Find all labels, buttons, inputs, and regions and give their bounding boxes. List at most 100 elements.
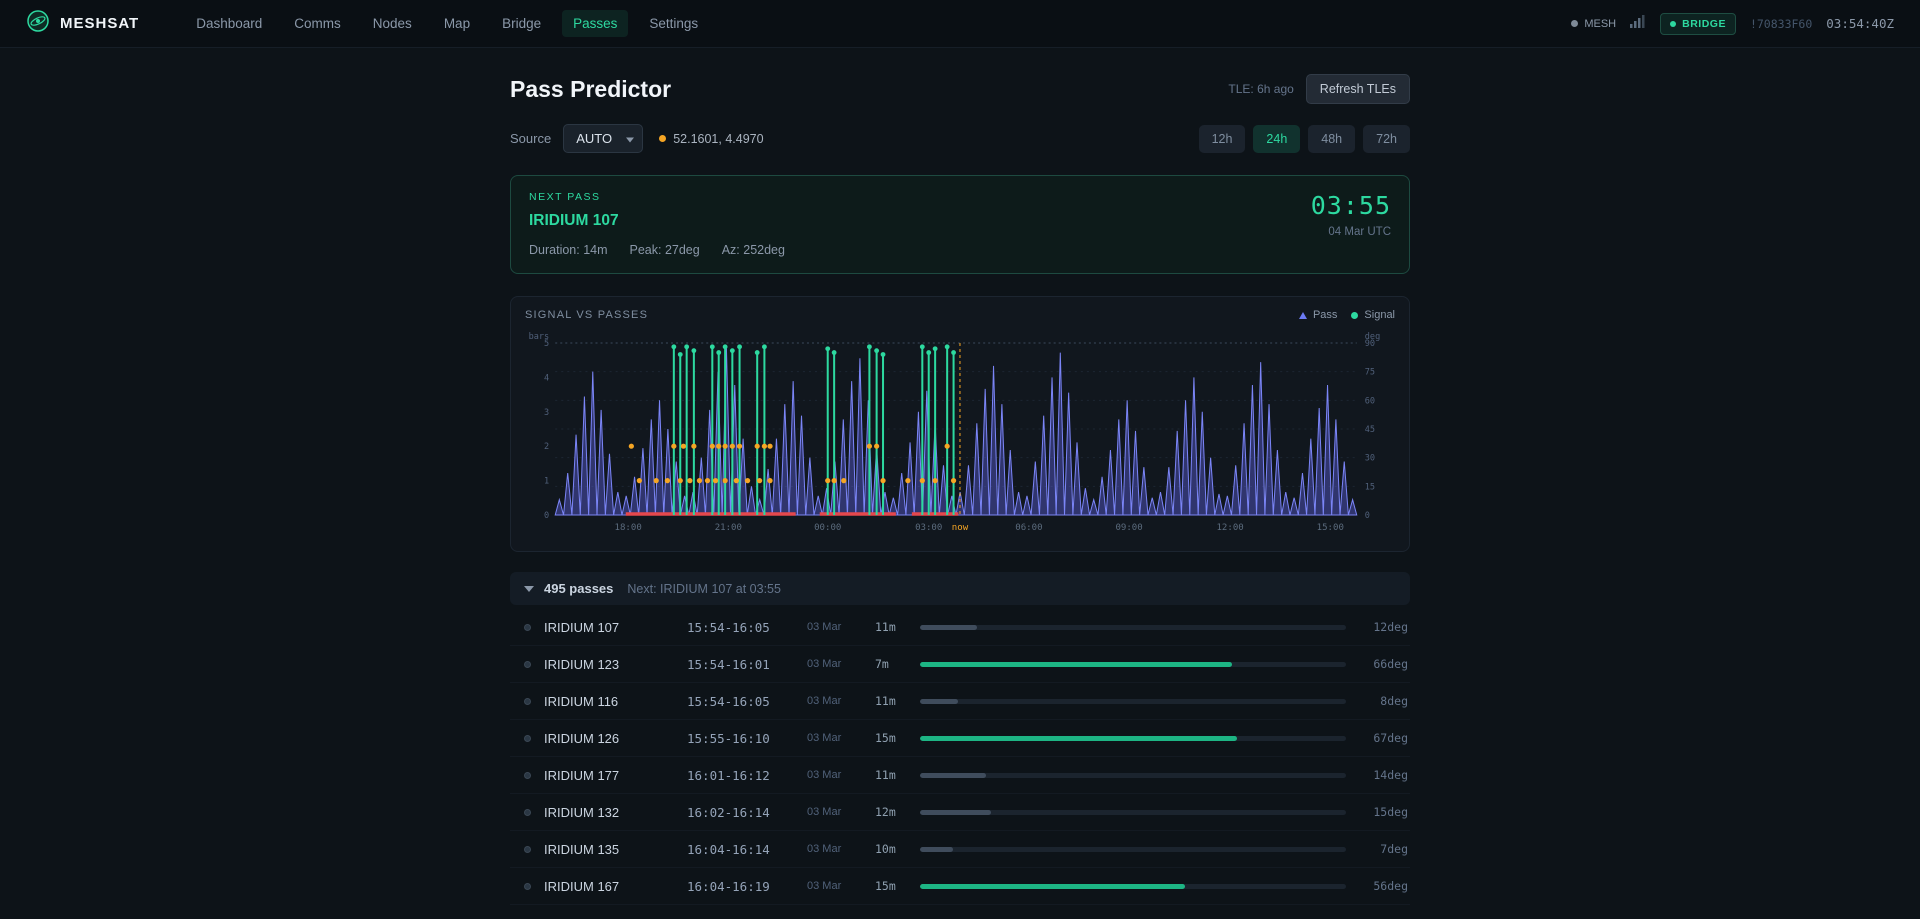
nav-item-settings[interactable]: Settings [638,10,709,37]
coords-value: 52.1601, 4.4970 [673,132,763,146]
pass-row[interactable]: IRIDIUM 10715:54-16:0503 Mar11m12deg [510,609,1410,646]
pass-peak-degrees: 8deg [1346,694,1408,708]
legend-pass-label: Pass [1313,309,1337,321]
pass-row[interactable]: IRIDIUM 13516:04-16:1403 Mar10m7deg [510,831,1410,868]
pass-satellite-name: IRIDIUM 123 [544,657,687,672]
pass-row[interactable]: IRIDIUM 12315:54-16:0103 Mar7m66deg [510,646,1410,683]
pass-status-dot-icon [524,883,531,890]
pass-status-dot-icon [524,772,531,779]
pass-peak-degrees: 14deg [1346,768,1408,782]
refresh-tles-button[interactable]: Refresh TLEs [1306,74,1410,104]
node-id: !70833F60 [1750,17,1812,31]
range-button-12h[interactable]: 12h [1199,125,1246,153]
elevation-bar-fill [920,699,958,704]
next-pass-card: NEXT PASS IRIDIUM 107 Duration: 14m Peak… [510,175,1410,274]
elevation-bar-track [920,884,1346,889]
elevation-bar-fill [920,736,1237,741]
chart-panel: SIGNAL VS PASSES Pass Signal 18:0021:000… [510,296,1410,552]
page-header: Pass Predictor TLE: 6h ago Refresh TLEs [510,74,1410,104]
svg-text:15: 15 [1365,482,1375,492]
utc-clock: 03:54:40Z [1826,16,1894,31]
pass-time-range: 15:54-16:05 [687,620,807,635]
pass-row[interactable]: IRIDIUM 17716:01-16:1203 Mar11m14deg [510,757,1410,794]
pass-duration: 11m [875,768,920,782]
pass-date: 03 Mar [807,806,875,818]
passes-count: 495 passes [544,581,613,596]
location-dot-icon [659,135,666,142]
pass-time-range: 16:02-16:14 [687,805,807,820]
pass-row[interactable]: IRIDIUM 16716:04-16:1903 Mar15m56deg [510,868,1410,905]
pass-duration: 12m [875,805,920,819]
range-button-48h[interactable]: 48h [1308,125,1355,153]
passes-list-header[interactable]: 495 passes Next: IRIDIUM 107 at 03:55 [510,572,1410,605]
pass-duration: 15m [875,731,920,745]
range-button-24h[interactable]: 24h [1253,125,1300,153]
legend-signal: Signal [1351,309,1395,321]
page-title: Pass Predictor [510,76,671,103]
mesh-status: MESH [1571,18,1616,30]
pass-date: 03 Mar [807,621,875,633]
pass-peak-degrees: 15deg [1346,805,1408,819]
elevation-bar-track [920,625,1346,630]
coords: 52.1601, 4.4970 [659,132,763,146]
pass-time-range: 16:04-16:14 [687,842,807,857]
svg-text:30: 30 [1365,454,1375,464]
pass-row[interactable]: IRIDIUM 13216:02-16:1403 Mar12m15deg [510,794,1410,831]
next-pass-peak: Peak: 27deg [630,243,700,257]
pass-row[interactable]: IRIDIUM 11615:54-16:0503 Mar11m8deg [510,683,1410,720]
svg-text:09:00: 09:00 [1115,523,1142,533]
range-button-72h[interactable]: 72h [1363,125,1410,153]
legend-signal-label: Signal [1364,309,1395,321]
next-pass-azimuth: Az: 252deg [722,243,785,257]
svg-text:12:00: 12:00 [1216,523,1243,533]
elevation-bar-track [920,662,1346,667]
elevation-bar-fill [920,662,1232,667]
svg-text:06:00: 06:00 [1015,523,1042,533]
next-pass-name[interactable]: IRIDIUM 107 [529,212,785,230]
pass-date: 03 Mar [807,880,875,892]
pass-date: 03 Mar [807,658,875,670]
next-pass-kicker: NEXT PASS [529,191,785,203]
nav-item-dashboard[interactable]: Dashboard [185,10,273,37]
pass-status-dot-icon [524,661,531,668]
elevation-bar-track [920,736,1346,741]
pass-satellite-name: IRIDIUM 135 [544,842,687,857]
pass-triangle-icon [1299,312,1307,319]
signal-dot-icon [1351,312,1358,319]
svg-text:18:00: 18:00 [615,523,642,533]
bridge-badge[interactable]: BRIDGE [1660,13,1736,35]
controls-row: Source AUTO 52.1601, 4.4970 12h24h 48h 72h [510,124,1410,153]
svg-text:60: 60 [1365,396,1375,406]
elevation-bar-fill [920,884,1185,889]
pass-status-dot-icon [524,846,531,853]
svg-text:4: 4 [544,373,549,383]
pass-time-range: 16:04-16:19 [687,879,807,894]
svg-text:45: 45 [1365,425,1375,435]
svg-text:2: 2 [544,442,549,452]
pass-peak-degrees: 7deg [1346,842,1408,856]
nav-item-passes[interactable]: Passes [562,10,628,37]
pass-time-range: 15:54-16:05 [687,694,807,709]
nav-item-bridge[interactable]: Bridge [491,10,552,37]
pass-row[interactable]: IRIDIUM 12615:55-16:1003 Mar15m67deg [510,720,1410,757]
signal-vs-passes-chart[interactable]: 18:0021:0000:0003:00now06:0009:0012:0015… [525,329,1395,541]
nav-item-map[interactable]: Map [433,10,481,37]
nav-item-comms[interactable]: Comms [283,10,352,37]
pass-time-range: 15:55-16:10 [687,731,807,746]
svg-text:00:00: 00:00 [814,523,841,533]
elevation-bar-track [920,810,1346,815]
range-buttons: 12h24h 48h 72h [1199,125,1410,153]
elevation-bar-fill [920,847,953,852]
bridge-badge-label: BRIDGE [1682,18,1726,30]
nav-item-nodes[interactable]: Nodes [362,10,423,37]
pass-status-dot-icon [524,809,531,816]
pass-date: 03 Mar [807,732,875,744]
source-label: Source [510,131,551,146]
elevation-bar-track [920,847,1346,852]
top-nav: MESHSAT Dashboard Comms Nodes Map Bridge Pass… [0,0,1920,48]
source-select[interactable]: AUTO [563,124,643,153]
brand[interactable]: MESHSAT [26,9,139,38]
svg-text:15:00: 15:00 [1317,523,1344,533]
pass-status-dot-icon [524,624,531,631]
pass-date: 03 Mar [807,695,875,707]
